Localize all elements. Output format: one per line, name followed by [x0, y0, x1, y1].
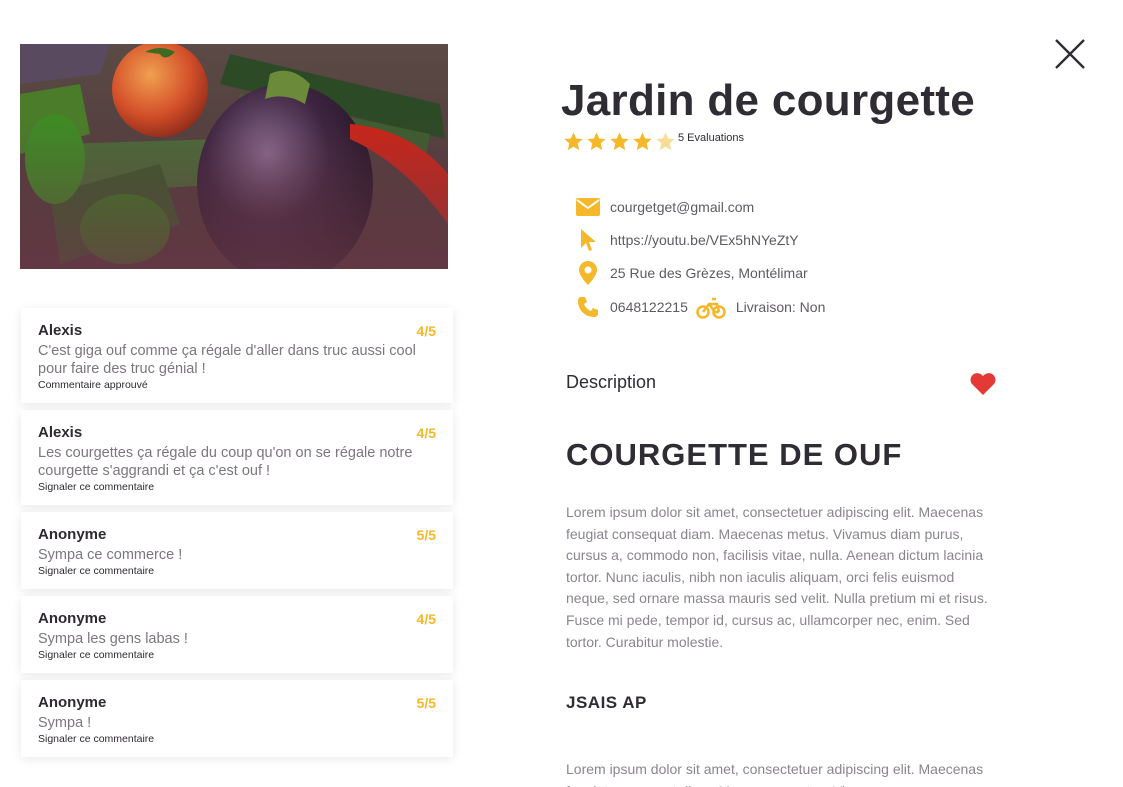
description-paragraph: Lorem ipsum dolor sit amet, consectetuer…	[566, 504, 988, 650]
comment-card: Anonyme 4/5 Sympa les gens labas ! Signa…	[21, 596, 453, 673]
comment-text: Sympa les gens labas !	[38, 631, 188, 647]
comment-card: Alexis 4/5 Les courgettes ça régale du c…	[21, 410, 453, 505]
address-value: 25 Rue des Grèzes, Montélimar	[610, 265, 808, 281]
website-link[interactable]: https://youtu.be/VEx5hNYeZtY	[610, 232, 799, 248]
phone-row: 0648122215 Livraison: Non	[576, 295, 825, 319]
email-value[interactable]: courgetget@gmail.com	[610, 199, 754, 215]
comment-rating: 5/5	[416, 695, 436, 711]
vegetables-photo	[20, 44, 448, 269]
description-paragraph: Lorem ipsum dolor sit amet, consectetuer…	[566, 761, 984, 787]
report-comment-link[interactable]: Signaler ce commentaire	[38, 481, 436, 493]
report-comment-link[interactable]: Signaler ce commentaire	[38, 733, 436, 745]
comment-text: Sympa !	[38, 715, 92, 731]
star-filled-icon	[564, 131, 583, 150]
comment-author: Anonyme	[38, 526, 107, 543]
comment-author: Alexis	[38, 424, 83, 441]
email-row: courgetget@gmail.com	[576, 195, 754, 219]
report-comment-link[interactable]: Signaler ce commentaire	[38, 649, 436, 661]
close-icon	[1055, 39, 1085, 69]
report-comment-link[interactable]: Signaler ce commentaire	[38, 565, 436, 577]
close-button[interactable]	[1052, 36, 1088, 72]
comment-rating: 4/5	[416, 425, 436, 441]
delivery-value: Livraison: Non	[735, 299, 826, 315]
envelope-icon	[576, 195, 600, 219]
comment-text: C'est giga ouf comme ça régale d'aller d…	[38, 343, 416, 377]
comment-author: Alexis	[38, 322, 83, 339]
heart-icon	[970, 373, 996, 395]
description-label: Description	[566, 372, 657, 392]
comment-text: Les courgettes ça régale du coup qu'on o…	[38, 445, 413, 479]
comment-author: Anonyme	[38, 610, 107, 627]
phone-value[interactable]: 0648122215	[610, 299, 688, 315]
description-subheading: JSAIS AP	[566, 693, 647, 712]
comment-card: Anonyme 5/5 Sympa ! Signaler ce commenta…	[21, 680, 453, 757]
comment-card: Anonyme 5/5 Sympa ce commerce ! Signaler…	[21, 512, 453, 589]
bike-icon	[696, 295, 726, 319]
comments-list: Alexis 4/5 C'est giga ouf comme ça régal…	[21, 308, 453, 764]
description-heading: COURGETTE DE OUF	[566, 437, 903, 472]
comment-status: Commentaire approuvé	[38, 379, 148, 391]
comment-author: Anonyme	[38, 694, 107, 711]
comment-rating: 4/5	[416, 323, 436, 339]
evaluations-count: 5 Evaluations	[678, 132, 745, 144]
star-empty-icon	[656, 131, 675, 150]
shop-title: Jardin de courgette	[561, 76, 976, 125]
phone-icon	[576, 295, 600, 319]
comment-rating: 5/5	[416, 527, 436, 543]
cursor-icon	[576, 228, 600, 252]
rating-stars: 5 Evaluations	[563, 131, 744, 151]
comment-rating: 4/5	[416, 611, 436, 627]
website-row: https://youtu.be/VEx5hNYeZtY	[576, 228, 799, 252]
map-pin-icon	[576, 261, 600, 285]
favorite-button[interactable]	[970, 372, 996, 396]
shop-detail-page: Alexis 4/5 C'est giga ouf comme ça régal…	[0, 0, 1123, 787]
comment-text: Sympa ce commerce !	[38, 547, 183, 563]
star-filled-icon	[610, 131, 629, 150]
comment-card: Alexis 4/5 C'est giga ouf comme ça régal…	[21, 308, 453, 403]
address-row: 25 Rue des Grèzes, Montélimar	[576, 261, 808, 285]
star-filled-icon	[587, 131, 606, 150]
star-filled-icon	[633, 131, 652, 150]
